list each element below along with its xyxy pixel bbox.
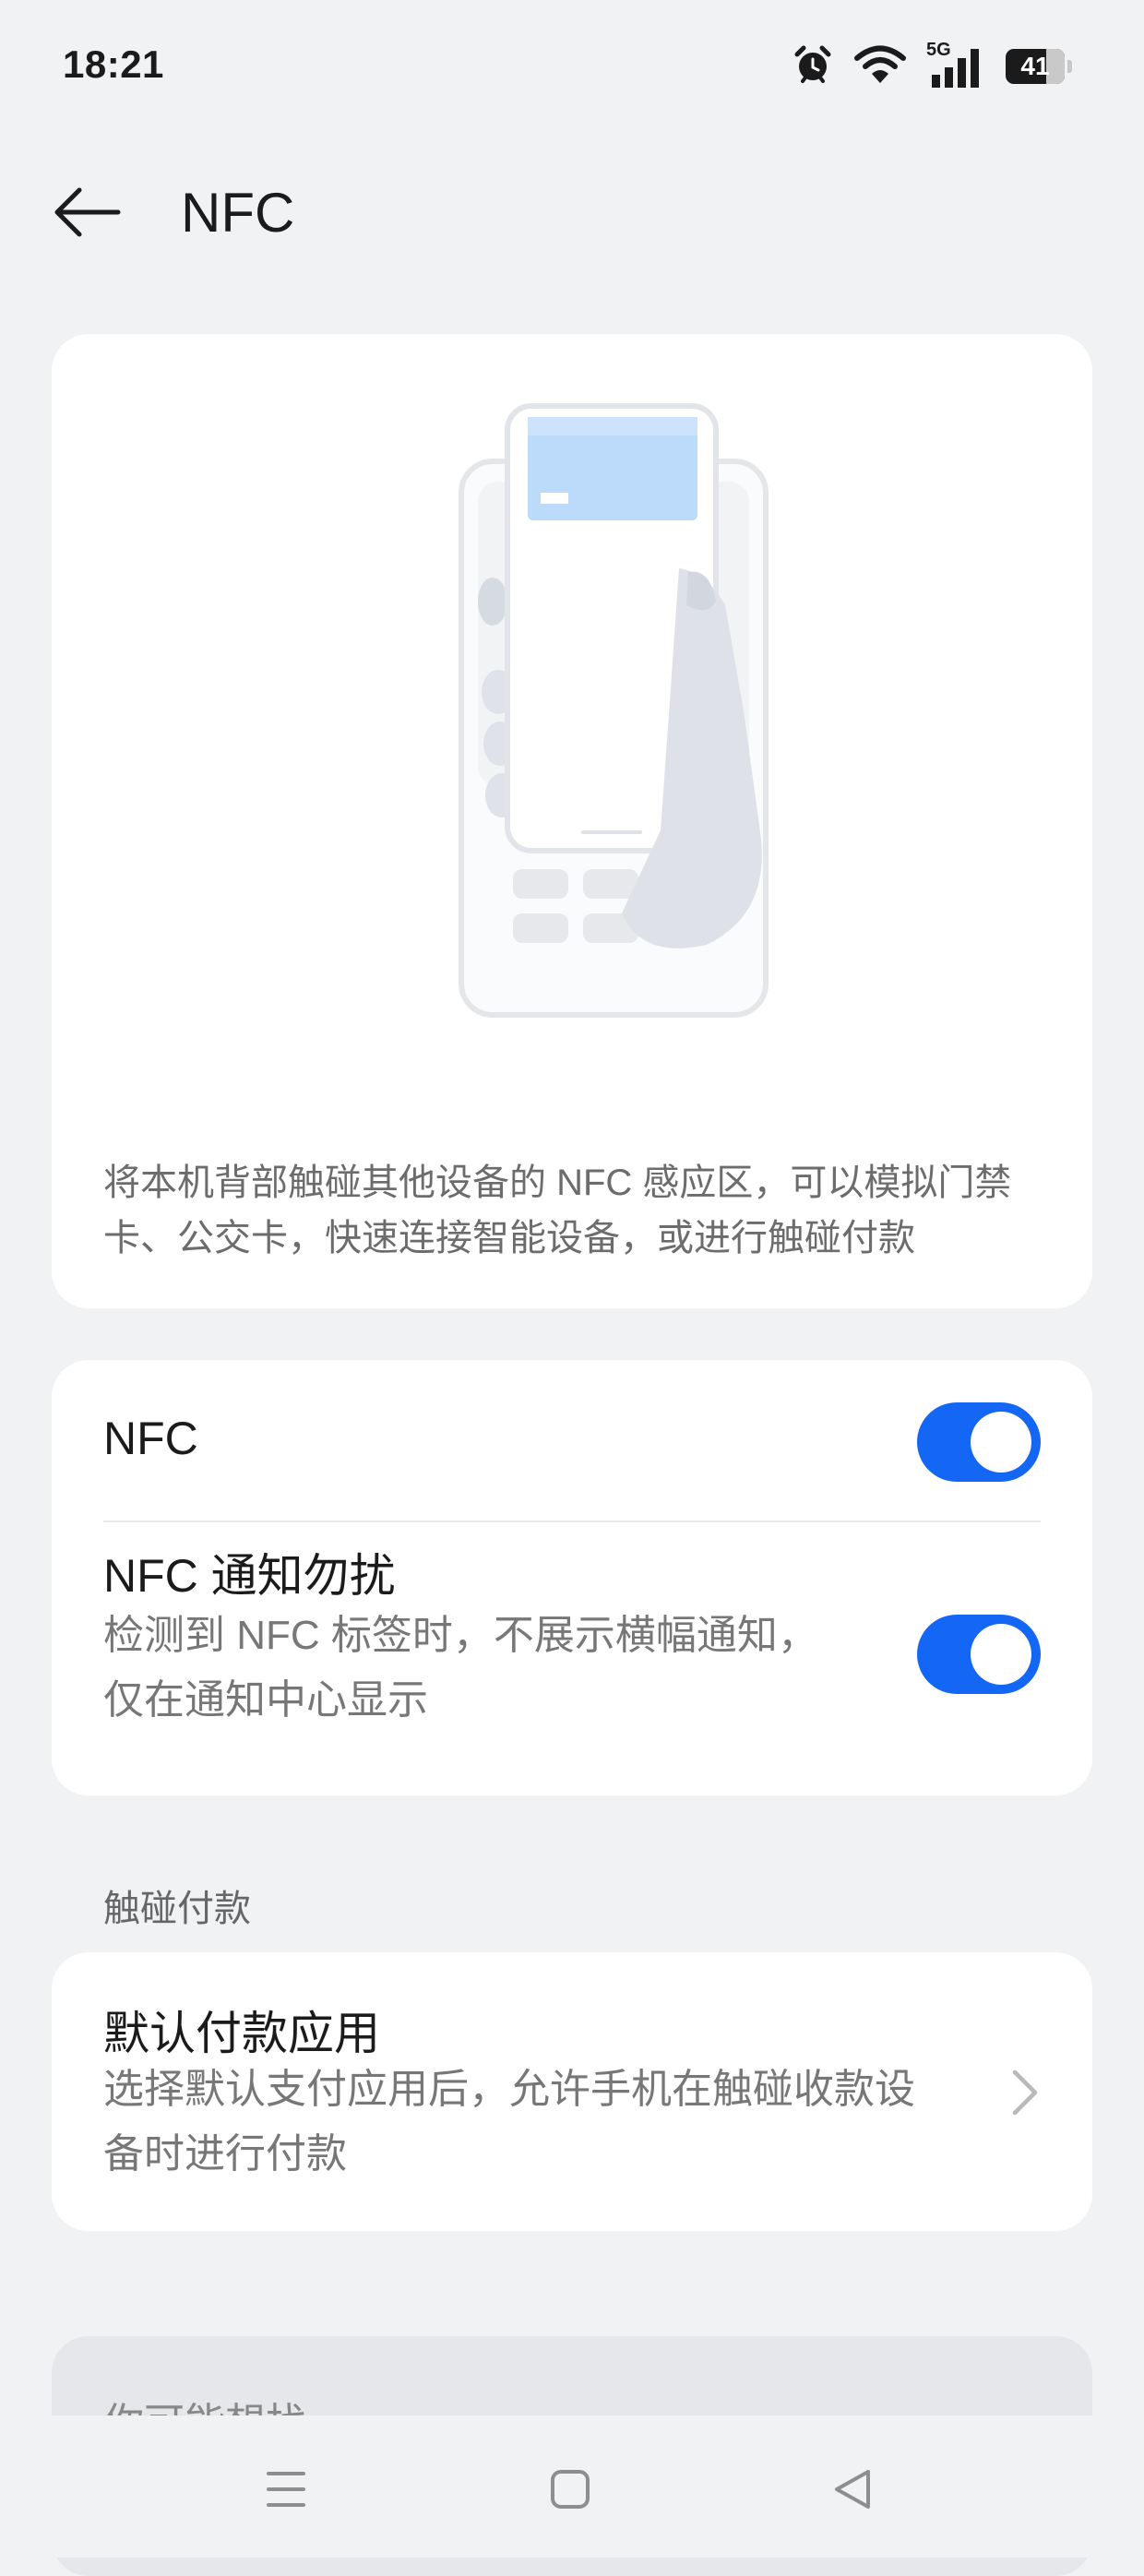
back-button[interactable] [50,175,133,249]
menu-button[interactable] [249,2452,323,2526]
nfc-dnd-toggle-row[interactable]: NFC 通知勿扰 检测到 NFC 标签时，不展示横幅通知，仅在通知中心显示 [52,1522,1092,1795]
toggle-knob [971,1412,1031,1473]
nfc-dnd-description: 检测到 NFC 标签时，不展示横幅通知，仅在通知中心显示 [103,1613,818,1723]
nfc-dnd-label: NFC 通知勿扰 [103,1550,396,1602]
nfc-dnd-toggle[interactable] [917,1615,1041,1694]
signal-icon: 5G [926,40,985,89]
default-payment-app-title: 默认付款应用 [103,2008,380,2059]
section-label-payment: 触碰付款 [103,1889,251,1929]
status-icons: 5G 41 [792,40,1072,92]
back-nav-button[interactable] [816,2452,889,2526]
menu-icon [267,2472,305,2507]
back-icon [835,2470,870,2509]
default-payment-app-description: 选择默认支付应用后，允许手机在触碰收款设备时进行付款 [103,2067,915,2176]
nfc-toggle-label: NFC [103,1413,198,1464]
status-time: 18:21 [63,42,164,86]
nfc-intro-card: 将本机背部触碰其他设备的 NFC 感应区，可以模拟门禁卡、公交卡，快速连接智能设… [52,334,1092,1308]
home-button[interactable] [533,2452,607,2526]
wifi-icon [854,44,906,89]
toggle-knob [971,1624,1031,1685]
navigation-bar [0,2415,1144,2558]
phone-tap-nfc-terminal-illustration [459,403,769,1018]
nfc-settings-card: NFC NFC 通知勿扰 检测到 NFC 标签时，不展示横幅通知，仅在通知中心显… [52,1360,1092,1795]
nfc-description: 将本机背部触碰其他设备的 NFC 感应区，可以模拟门禁卡、公交卡，快速连接智能设… [103,1163,1012,1258]
nfc-toggle-row[interactable]: NFC [52,1360,1092,1521]
chevron-right-icon [1012,2069,1038,2116]
default-payment-app-item[interactable]: 默认付款应用 选择默认支付应用后，允许手机在触碰收款设备时进行付款 [52,1952,1092,2231]
back-arrow-icon [54,187,121,237]
battery-level: 41 [1020,52,1050,80]
page-title: NFC [181,182,295,244]
battery-icon: 41 [1006,49,1072,84]
nfc-toggle[interactable] [917,1402,1041,1482]
home-icon [551,2470,590,2509]
alarm-icon [792,43,834,90]
